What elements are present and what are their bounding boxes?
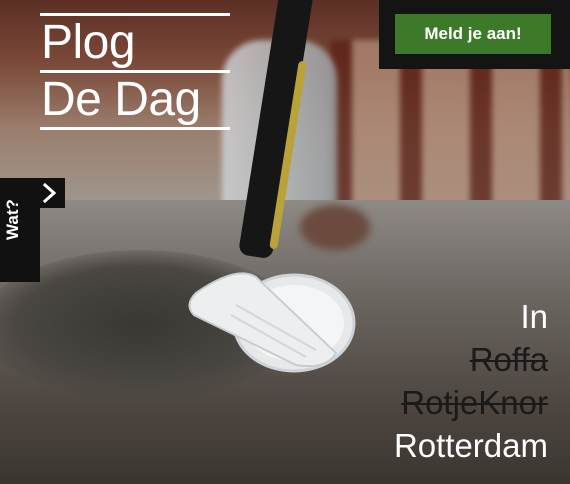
struck-name-1: Roffa <box>469 341 548 378</box>
plastic-cup-image <box>188 272 356 373</box>
city-intro: In <box>520 298 548 335</box>
signup-button[interactable]: Meld je aan! <box>395 14 551 54</box>
city-name: Rotterdam <box>393 427 548 464</box>
info-side-tab[interactable]: Wat? <box>0 178 65 282</box>
litter-grabber-image <box>237 0 334 270</box>
side-tab-label: Wat? <box>3 199 22 240</box>
chevron-right-icon[interactable] <box>37 178 65 208</box>
city-tagline: In Roffa RotjeKnor Rotterdam <box>394 295 548 467</box>
struck-name-2: RotjeKnor <box>401 384 548 421</box>
plog-de-dag-logo[interactable]: Plog De Dag <box>40 13 230 130</box>
logo-line-2: De Dag <box>41 73 201 126</box>
hero-banner: Plog De Dag Meld je aan! Wat? In Roffa R… <box>0 0 570 484</box>
logo-line-1: Plog <box>41 16 136 69</box>
logo-rule-bottom <box>40 127 230 130</box>
